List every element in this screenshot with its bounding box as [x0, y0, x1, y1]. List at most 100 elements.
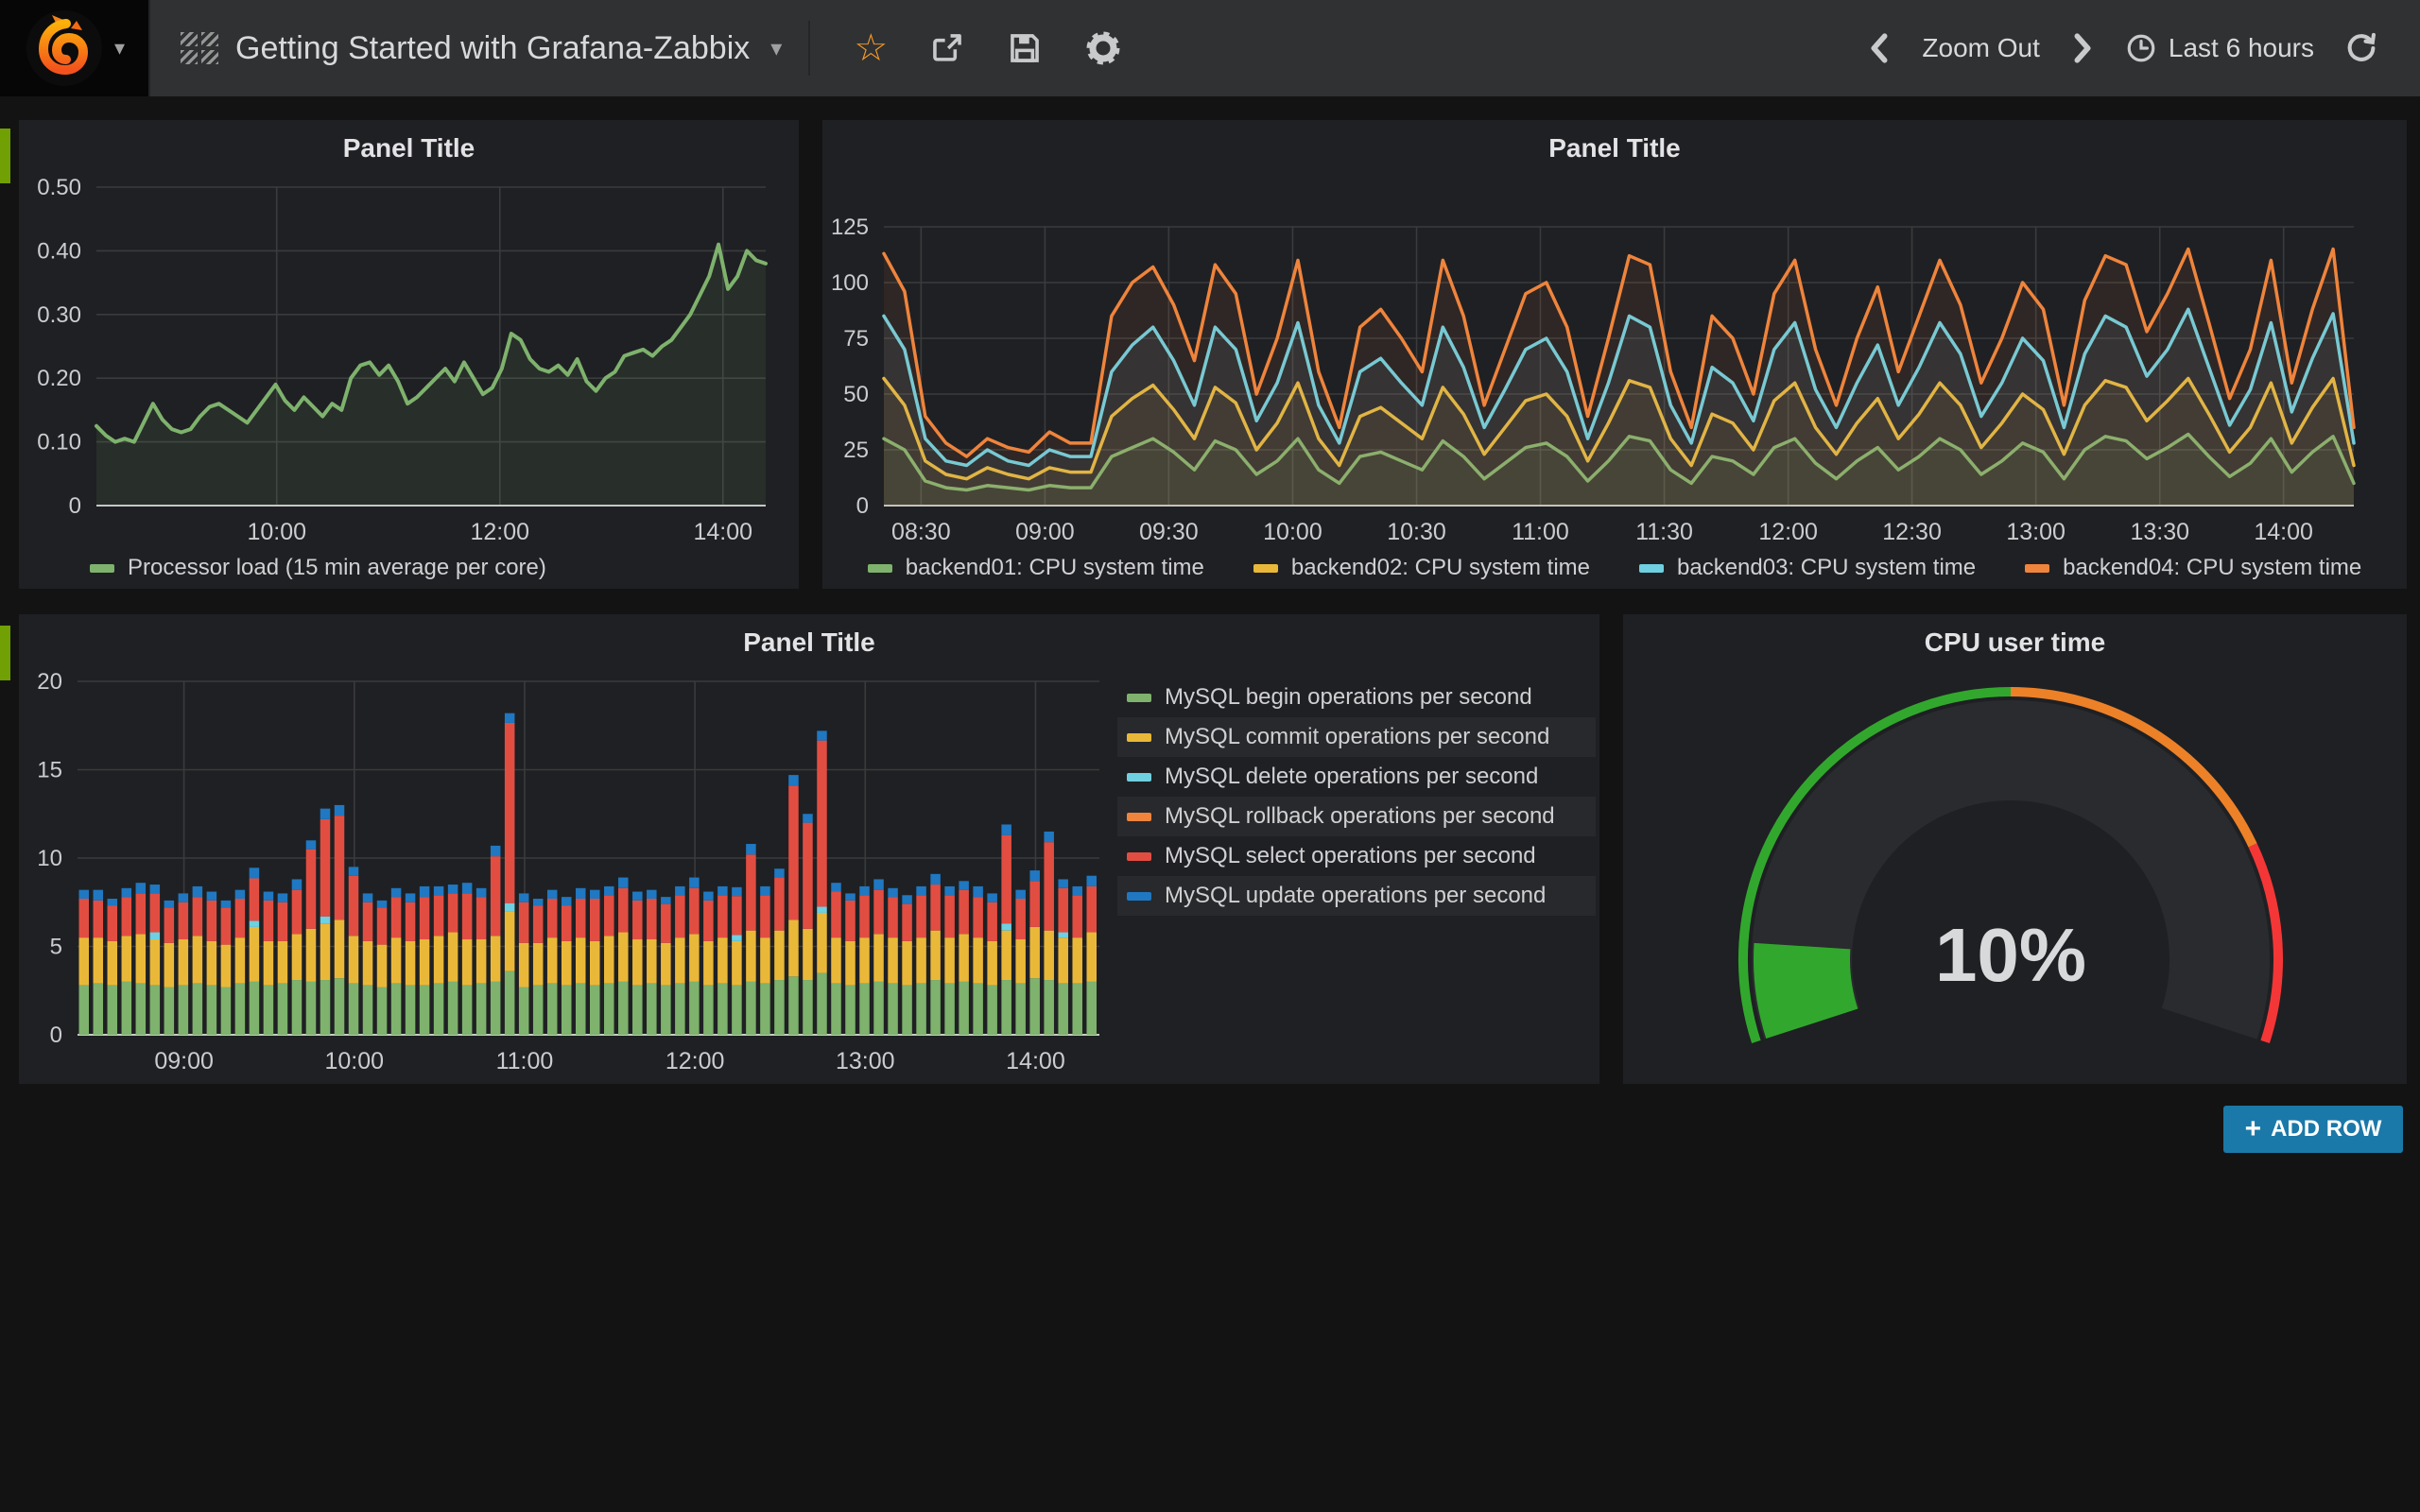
- x-axis-tick: 14:00: [2254, 519, 2313, 545]
- divider: [808, 21, 810, 76]
- x-axis-tick: 12:30: [1882, 519, 1942, 545]
- x-axis-tick: 09:00: [1015, 519, 1075, 545]
- dashboard-title: Getting Started with Grafana-Zabbix: [235, 30, 750, 67]
- x-axis-tick: 12:00: [666, 1048, 725, 1074]
- y-axis-tick: 10: [37, 846, 62, 871]
- panel-title[interactable]: CPU user time: [1623, 627, 2407, 658]
- y-axis-tick: 50: [843, 382, 869, 407]
- settings-button[interactable]: [1084, 29, 1122, 67]
- y-axis-tick: 0.40: [37, 238, 81, 264]
- legend-label: MySQL select operations per second: [1165, 843, 1536, 869]
- legend-swatch: [1127, 813, 1151, 821]
- caret-down-icon: ▾: [770, 35, 782, 62]
- y-axis-tick: 25: [843, 438, 869, 463]
- x-axis-tick: 10:00: [247, 519, 306, 545]
- time-back-button[interactable]: [1867, 32, 1892, 64]
- y-axis-tick: 0.50: [37, 175, 81, 200]
- zoom-out-label: Zoom Out: [1922, 33, 2039, 63]
- y-axis-tick: 0: [50, 1022, 62, 1048]
- grafana-flame-icon: [24, 8, 105, 89]
- zoom-out-button[interactable]: Zoom Out: [1922, 33, 2039, 63]
- legend-label: MySQL begin operations per second: [1165, 684, 1532, 711]
- legend-label: Processor load (15 min average per core): [128, 555, 546, 581]
- panel-title[interactable]: Panel Title: [822, 133, 2407, 163]
- y-axis-tick: 100: [831, 270, 869, 296]
- x-axis-tick: 12:00: [471, 519, 530, 545]
- x-axis-tick: 10:30: [1387, 519, 1446, 545]
- legend-label: backend04: CPU system time: [2063, 555, 2361, 581]
- legend: Processor load (15 min average per core): [90, 555, 546, 581]
- add-row-button[interactable]: + ADD ROW: [2223, 1106, 2403, 1153]
- y-axis-tick: 0: [856, 493, 869, 519]
- y-axis-tick: 0.20: [37, 366, 81, 391]
- legend-item[interactable]: backend02: CPU system time: [1253, 555, 1590, 581]
- legend-swatch: [1127, 733, 1151, 742]
- legend-label: backend01: CPU system time: [906, 555, 1204, 581]
- x-axis-tick: 11:00: [496, 1048, 554, 1074]
- legend-swatch: [1127, 892, 1151, 901]
- time-range-picker[interactable]: Last 6 hours: [2125, 32, 2314, 64]
- row-2-handle[interactable]: [0, 626, 10, 680]
- save-icon: [1007, 30, 1043, 66]
- refresh-button[interactable]: [2344, 31, 2378, 65]
- panel-cpu-user-gauge: 10% CPU user time: [1623, 614, 2407, 1084]
- legend-swatch: [1639, 564, 1664, 573]
- legend-swatch: [90, 564, 114, 573]
- x-axis-tick: 09:00: [154, 1048, 214, 1074]
- gauge-value: 10%: [1935, 913, 2086, 997]
- legend: MySQL begin operations per second MySQL c…: [1117, 678, 1596, 916]
- legend-swatch: [1253, 564, 1278, 573]
- chevron-right-icon: [2070, 32, 2095, 64]
- clock-icon: [2125, 32, 2157, 64]
- legend-item[interactable]: MySQL update operations per second: [1117, 876, 1596, 916]
- y-axis-tick: 75: [843, 326, 869, 352]
- legend-item[interactable]: backend04: CPU system time: [2025, 555, 2361, 581]
- legend-label: MySQL rollback operations per second: [1165, 803, 1555, 830]
- legend: backend01: CPU system time backend02: CPU…: [822, 555, 2407, 581]
- legend-item[interactable]: MySQL commit operations per second: [1117, 717, 1596, 757]
- time-range-label: Last 6 hours: [2169, 33, 2314, 63]
- chart-cpu-system-time[interactable]: 025507510012508:3009:0009:3010:0010:3011…: [822, 120, 2407, 589]
- legend-item[interactable]: backend01: CPU system time: [868, 555, 1204, 581]
- x-axis-tick: 13:00: [2006, 519, 2066, 545]
- time-forward-button[interactable]: [2070, 32, 2095, 64]
- share-icon: [929, 30, 965, 66]
- x-axis-tick: 13:00: [836, 1048, 895, 1074]
- legend-swatch: [868, 564, 892, 573]
- y-axis-tick: 125: [831, 215, 869, 240]
- star-icon: ☆: [854, 29, 888, 67]
- legend-item[interactable]: MySQL begin operations per second: [1117, 678, 1596, 717]
- y-axis-tick: 5: [50, 935, 62, 960]
- legend-swatch: [1127, 852, 1151, 861]
- legend-item[interactable]: MySQL delete operations per second: [1117, 757, 1596, 797]
- chevron-left-icon: [1867, 32, 1892, 64]
- panel-title[interactable]: Panel Title: [19, 133, 799, 163]
- chart-processor-load[interactable]: 00.100.200.300.400.5010:0012:0014:00: [19, 120, 799, 589]
- star-button[interactable]: ☆: [854, 29, 888, 67]
- legend-item[interactable]: MySQL select operations per second: [1117, 836, 1596, 876]
- plus-icon: +: [2245, 1115, 2262, 1143]
- legend-label: backend02: CPU system time: [1291, 555, 1590, 581]
- dashboard-title-button[interactable]: Getting Started with Grafana-Zabbix ▾: [181, 30, 782, 67]
- y-axis-tick: 15: [37, 758, 62, 783]
- x-axis-tick: 14:00: [1006, 1048, 1065, 1074]
- dashboard-grid-icon: [181, 32, 218, 64]
- navbar: ▾ Getting Started with Grafana-Zabbix ▾ …: [0, 0, 2420, 96]
- panel-title[interactable]: Panel Title: [19, 627, 1599, 658]
- grafana-logo[interactable]: ▾: [0, 0, 148, 96]
- legend-item[interactable]: backend03: CPU system time: [1639, 555, 1976, 581]
- row-1-handle[interactable]: [0, 129, 10, 183]
- x-axis-tick: 11:30: [1635, 519, 1693, 545]
- divider: [148, 0, 150, 96]
- legend-swatch: [1127, 773, 1151, 782]
- y-axis-tick: 0: [69, 493, 81, 519]
- y-axis-tick: 0.10: [37, 430, 81, 455]
- y-axis-tick: 20: [37, 669, 62, 695]
- share-button[interactable]: [929, 30, 965, 66]
- legend-item[interactable]: MySQL rollback operations per second: [1117, 797, 1596, 836]
- x-axis-tick: 13:30: [2130, 519, 2189, 545]
- x-axis-tick: 08:30: [891, 519, 951, 545]
- legend-item[interactable]: Processor load (15 min average per core): [90, 555, 546, 581]
- caret-down-icon: ▾: [114, 36, 125, 60]
- save-button[interactable]: [1007, 30, 1043, 66]
